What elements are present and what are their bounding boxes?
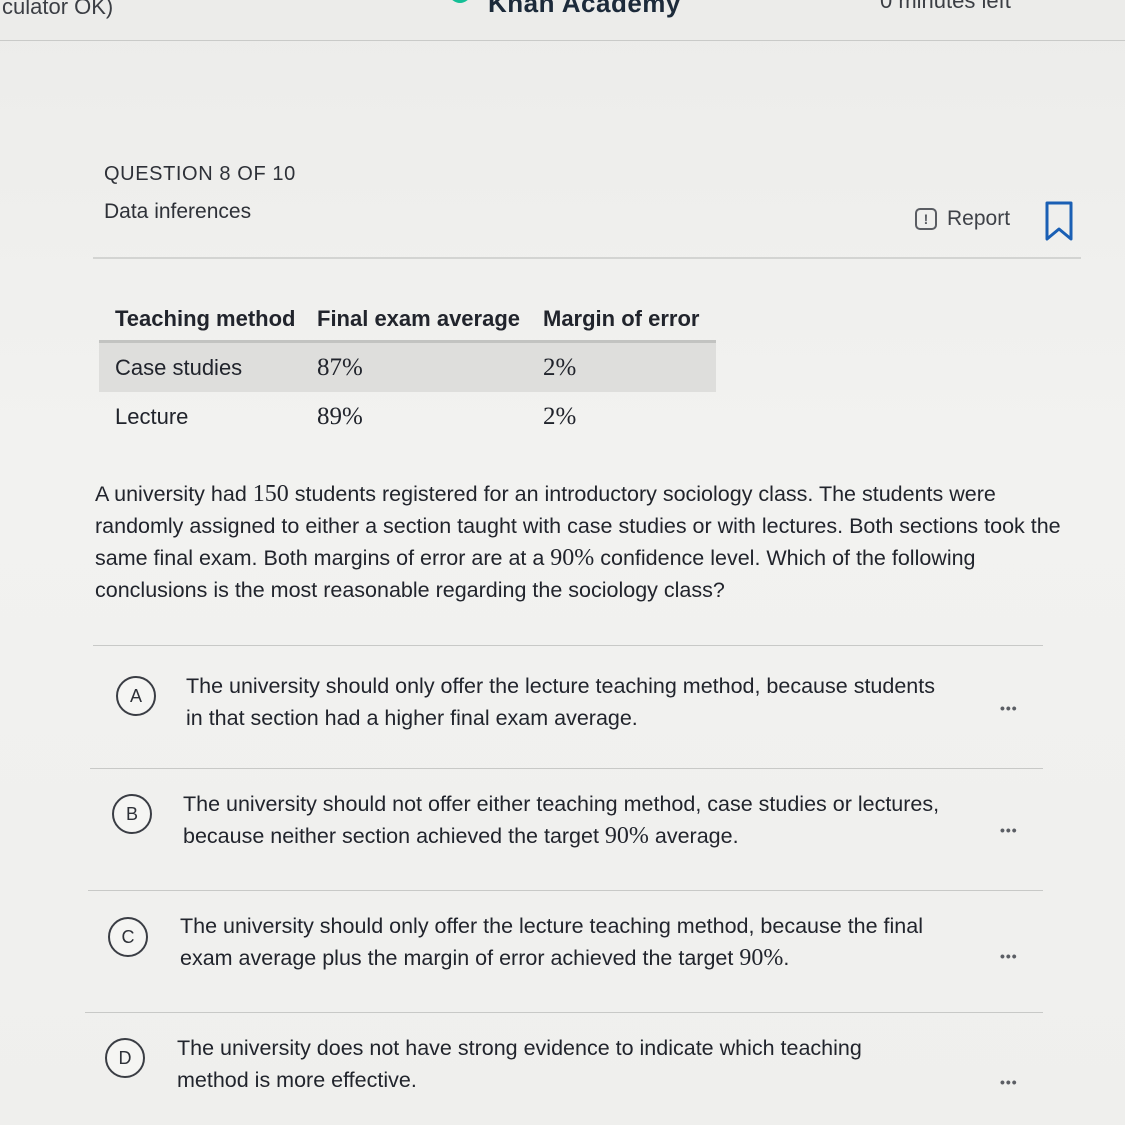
- table-cell-average: 89%: [317, 402, 363, 430]
- choice-text-part: The university should only offer the lec…: [186, 674, 935, 730]
- choice-number: 90%: [739, 945, 784, 971]
- table-cell-average: 87%: [301, 341, 527, 392]
- choice-text: The university does not have strong evid…: [177, 1032, 937, 1096]
- skill-name: Data inferences: [104, 200, 252, 223]
- table-cell-method: Case studies: [99, 341, 301, 392]
- choice-divider: [93, 645, 1043, 646]
- choice-divider: [85, 1012, 1043, 1013]
- column-header: Final exam average: [301, 298, 527, 343]
- answer-choice-b[interactable]: B The university should not offer either…: [97, 782, 1037, 877]
- table-cell-method: Lecture: [115, 403, 189, 429]
- data-table: Teaching method Final exam average Margi…: [99, 298, 716, 441]
- choice-divider: [90, 768, 1043, 769]
- prompt-text: A university had: [95, 482, 253, 506]
- alert-square-icon: !: [915, 208, 937, 230]
- brand-name: Khan Academy: [488, 0, 681, 18]
- more-options-icon[interactable]: •••: [1000, 700, 1018, 716]
- choice-text-part: The university should not offer either t…: [183, 792, 940, 848]
- choice-text-part: The university does not have strong evid…: [177, 1036, 862, 1092]
- answer-choice-d[interactable]: D The university does not have strong ev…: [91, 1026, 1031, 1121]
- table-row: Lecture 89% 2%: [99, 392, 716, 441]
- question-counter: QUESTION 8 OF 10: [104, 163, 296, 185]
- choice-letter-badge: C: [108, 917, 148, 957]
- report-button[interactable]: ! Report: [915, 207, 1010, 231]
- choice-text: The university should only offer the lec…: [186, 670, 946, 734]
- table-row: Case studies 87% 2%: [99, 341, 716, 392]
- choice-letter-badge: B: [112, 794, 152, 834]
- choice-letter-badge: D: [105, 1038, 145, 1078]
- time-remaining: 0 minutes left: [880, 0, 1011, 13]
- answer-choice-a[interactable]: A The university should only offer the l…: [100, 660, 1040, 755]
- more-options-icon[interactable]: •••: [1000, 822, 1018, 838]
- report-label: Report: [947, 207, 1011, 230]
- page: culator OK) Khan Academy 0 minutes left …: [0, 0, 1125, 1125]
- answer-choice-c[interactable]: C The university should only offer the l…: [94, 904, 1034, 999]
- column-header: Teaching method: [99, 298, 301, 343]
- more-options-icon[interactable]: •••: [1000, 948, 1018, 964]
- table-header-row: Teaching method Final exam average Margi…: [99, 298, 716, 343]
- choice-text-part: The university should only offer the lec…: [180, 914, 923, 970]
- top-header: culator OK) Khan Academy 0 minutes left: [0, 0, 1125, 40]
- header-divider-line: [0, 40, 1125, 41]
- column-header: Margin of error: [527, 298, 716, 343]
- question-prompt: A university had 150 students registered…: [95, 478, 1070, 606]
- table-cell-margin: 2%: [527, 341, 716, 392]
- choice-text-part: .: [783, 946, 790, 970]
- choice-letter-badge: A: [116, 676, 156, 716]
- choice-text: The university should not offer either t…: [183, 788, 943, 852]
- calculator-status: culator OK): [2, 0, 114, 19]
- question-header-divider: [93, 257, 1081, 259]
- choice-text-part: average.: [648, 824, 739, 848]
- khan-academy-logo-icon: [452, 0, 468, 3]
- choice-text: The university should only offer the lec…: [180, 910, 940, 974]
- table-cell-margin: 2%: [543, 402, 577, 430]
- prompt-number: 150: [252, 481, 289, 507]
- more-options-icon[interactable]: •••: [1000, 1074, 1018, 1090]
- choice-number: 90%: [604, 823, 649, 849]
- bookmark-icon[interactable]: [1044, 201, 1074, 241]
- prompt-number: 90%: [550, 545, 595, 571]
- choice-divider: [88, 890, 1043, 891]
